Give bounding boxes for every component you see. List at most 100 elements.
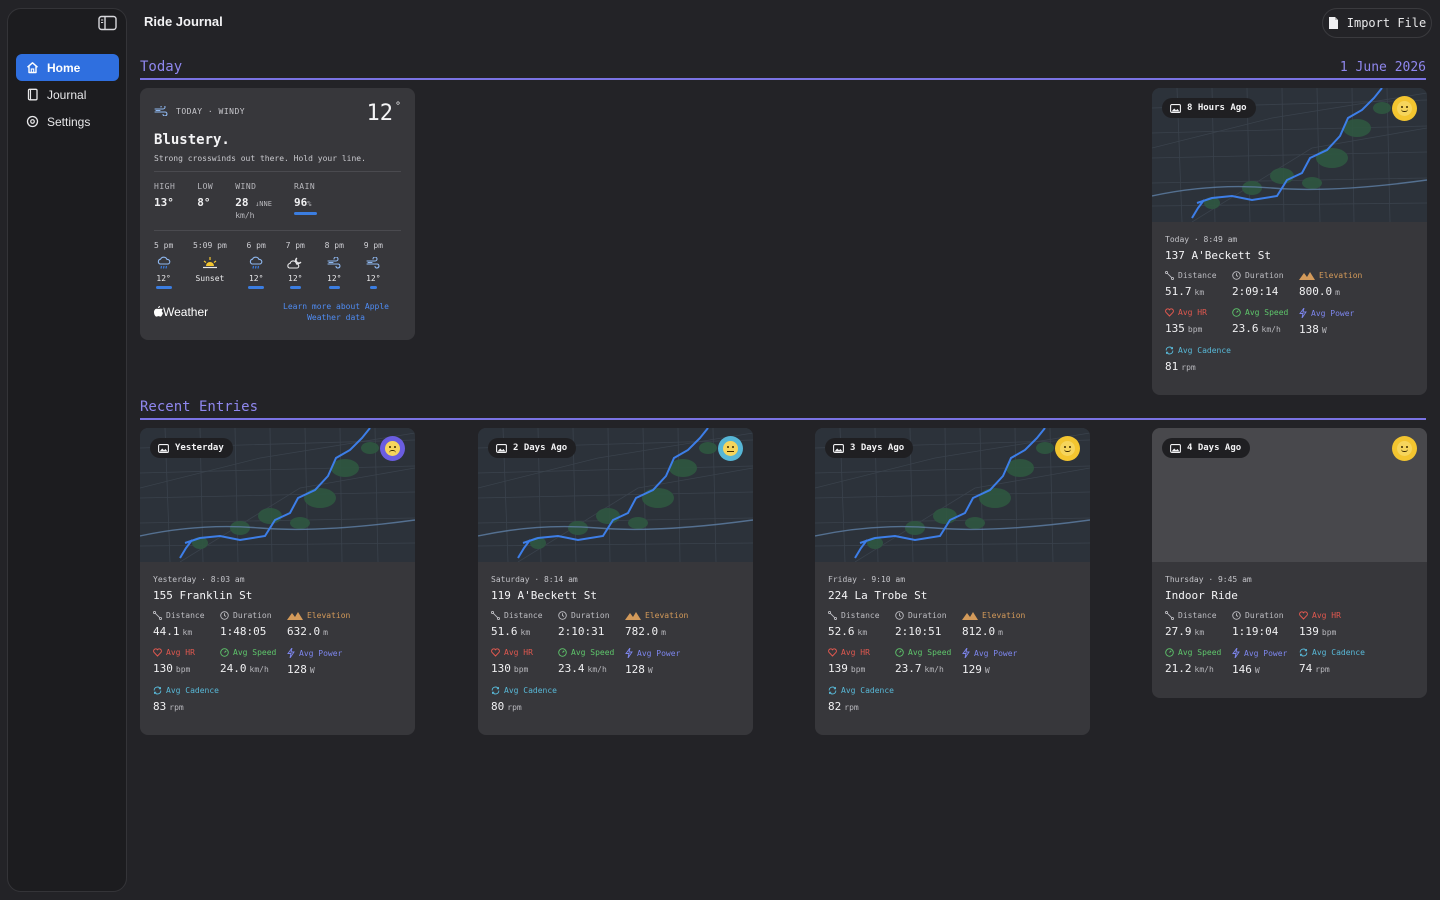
speedometer-icon xyxy=(558,648,567,657)
today-section-header: Today 1 June 2026 xyxy=(140,58,1426,80)
metric-avg-power: Avg Power 129 W xyxy=(962,648,1018,676)
metric-avg-power: Avg Power 128 W xyxy=(625,648,681,676)
app-title: Ride Journal xyxy=(144,14,223,29)
import-file-label: Import File xyxy=(1346,16,1427,30)
divider xyxy=(154,230,401,231)
mountain-icon xyxy=(625,612,641,620)
ride-card[interactable]: 3 Days Ago Friday · 9:10 am 224 La Trobe… xyxy=(815,428,1090,735)
forecast-hour: 6 pm 12° xyxy=(247,241,266,289)
heart-icon xyxy=(153,648,162,657)
gear-icon xyxy=(26,115,39,128)
bolt-icon xyxy=(1232,648,1240,658)
speedometer-icon xyxy=(895,648,904,657)
metric-avg-cadence: Avg Cadence 82 rpm xyxy=(828,686,894,713)
import-file-button[interactable]: Import File xyxy=(1322,8,1432,38)
metric-duration: Duration 1:19:04 xyxy=(1232,611,1284,638)
cycle-arrows-icon xyxy=(491,686,500,695)
sunset-icon xyxy=(202,257,217,269)
metric-avg-power: Avg Power 128 W xyxy=(287,648,343,676)
forecast-hour: 9 pm 12° xyxy=(364,241,383,289)
document-icon xyxy=(1328,17,1338,29)
ride-card[interactable]: 8 Hours Ago Today · 8:49 am 137 A'Becket… xyxy=(1152,88,1427,395)
metric-elevation: Elevation 800.0 m xyxy=(1299,271,1363,298)
apple-weather-logo: Weather xyxy=(154,305,208,319)
metric-avg-cadence: Avg Cadence 80 rpm xyxy=(491,686,557,713)
stat-wind: WIND 28 ↓NNE km/h xyxy=(235,182,272,220)
mountain-icon xyxy=(962,612,978,620)
mountain-icon xyxy=(287,612,303,620)
ride-metrics: Distance 44.1 km Duration 1:48:05 Elevati… xyxy=(153,611,402,723)
divider xyxy=(154,171,401,172)
map-preview: 3 Days Ago xyxy=(815,428,1090,562)
route-icon xyxy=(491,611,500,620)
hourly-forecast: 5 pm 12° 5:09 pm Sunset 6 pm 12° 7 pm 12… xyxy=(154,241,401,289)
sidebar-item-label: Journal xyxy=(47,87,87,102)
metric-distance: Distance 51.6 km xyxy=(491,611,543,638)
weather-headline: Blustery. xyxy=(154,132,230,148)
wind-icon xyxy=(327,257,341,269)
rain-icon xyxy=(250,256,263,269)
metric-avg-power: Avg Power 146 W xyxy=(1232,648,1288,676)
bolt-icon xyxy=(625,648,633,658)
sidebar-item-home[interactable]: Home xyxy=(16,54,119,81)
photo-icon xyxy=(496,443,507,453)
route-icon xyxy=(1165,611,1174,620)
mood-happy-icon xyxy=(1055,436,1080,461)
weather-data-link[interactable]: Learn more about Apple Weather data xyxy=(271,301,401,323)
photo-icon xyxy=(1170,103,1181,113)
recent-section-header: Recent Entries xyxy=(140,398,1426,420)
route-icon xyxy=(1165,271,1174,280)
sidebar-item-journal[interactable]: Journal xyxy=(16,81,119,108)
stat-low: LOW 8° xyxy=(197,182,214,209)
metric-duration: Duration 2:09:14 xyxy=(1232,271,1284,298)
clock-icon xyxy=(558,611,567,620)
wind-icon xyxy=(366,257,380,269)
rain-bar xyxy=(293,212,317,215)
mountain-icon xyxy=(1299,272,1315,280)
weather-stats: HIGH 13° LOW 8° WIND 28 ↓NNE km/h RAIN 9… xyxy=(154,182,401,220)
ride-title: Indoor Ride xyxy=(1165,589,1238,602)
metric-avg-hr: Avg HR 139 bpm xyxy=(828,648,870,675)
metric-avg-speed: Avg Speed 24.0 km/h xyxy=(220,648,277,675)
ride-title: 224 La Trobe St xyxy=(828,589,928,602)
heart-icon xyxy=(1299,611,1308,620)
clock-icon xyxy=(220,611,229,620)
metric-avg-cadence: Avg Cadence 74 rpm xyxy=(1299,648,1365,675)
cycle-arrows-icon xyxy=(828,686,837,695)
weather-condition-label: TODAY · WINDY xyxy=(154,106,245,116)
route-icon xyxy=(153,611,162,620)
sidebar-item-settings[interactable]: Settings xyxy=(16,108,119,135)
ride-card[interactable]: Yesterday Yesterday · 8:03 am 155 Frankl… xyxy=(140,428,415,735)
speedometer-icon xyxy=(1165,648,1174,657)
metric-avg-speed: Avg Speed 21.2 km/h xyxy=(1165,648,1222,675)
metric-elevation: Elevation 632.0 m xyxy=(287,611,351,638)
apple-logo-icon xyxy=(154,306,163,317)
sidebar-item-label: Home xyxy=(47,60,81,75)
metric-duration: Duration 1:48:05 xyxy=(220,611,272,638)
clock-icon xyxy=(895,611,904,620)
map-preview: Yesterday xyxy=(140,428,415,562)
ride-datetime: Thursday · 9:45 am xyxy=(1165,575,1252,584)
map-placeholder: 4 Days Ago xyxy=(1152,428,1427,562)
forecast-hour: 7 pm 12° xyxy=(286,241,305,289)
metric-elevation: Elevation 782.0 m xyxy=(625,611,689,638)
weather-subtitle: Strong crosswinds out there. Hold your l… xyxy=(154,154,366,163)
relative-time-badge: 3 Days Ago xyxy=(825,438,914,458)
metric-avg-hr: Avg HR 130 bpm xyxy=(491,648,533,675)
ride-card[interactable]: 2 Days Ago Saturday · 8:14 am 119 A'Beck… xyxy=(478,428,753,735)
sidebar-item-label: Settings xyxy=(47,114,91,129)
clock-icon xyxy=(1232,271,1241,280)
stat-rain: RAIN 96% xyxy=(293,182,317,220)
ride-title: 137 A'Beckett St xyxy=(1165,249,1271,262)
forecast-hour: 5 pm 12° xyxy=(154,241,173,289)
weather-card: TODAY · WINDY 12 ° Blustery. Strong cross… xyxy=(140,88,415,340)
bolt-icon xyxy=(1299,308,1307,318)
section-title: Today xyxy=(140,59,183,75)
metric-duration: Duration 2:10:51 xyxy=(895,611,947,638)
speedometer-icon xyxy=(1232,308,1241,317)
metric-avg-speed: Avg Speed 23.6 km/h xyxy=(1232,308,1289,335)
sidebar-toggle-icon[interactable] xyxy=(98,15,118,31)
ride-datetime: Yesterday · 8:03 am xyxy=(153,575,245,584)
ride-card[interactable]: 4 Days Ago Thursday · 9:45 am Indoor Rid… xyxy=(1152,428,1427,698)
ride-metrics: Distance 51.7 km Duration 2:09:14 Elevati… xyxy=(1165,271,1414,383)
